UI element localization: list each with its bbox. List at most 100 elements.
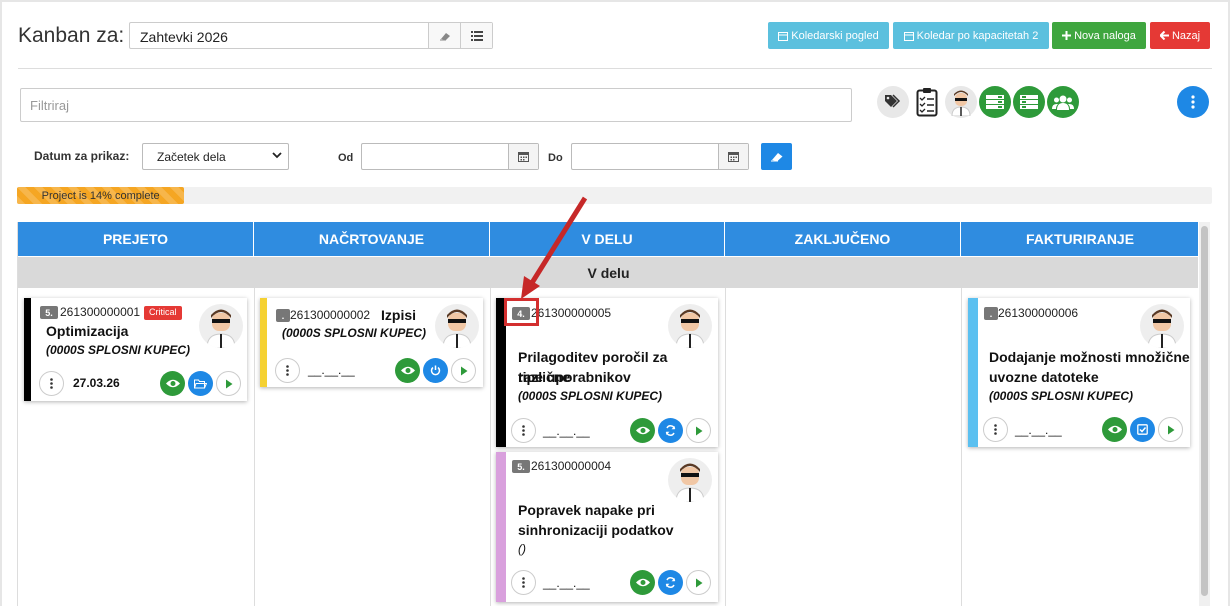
task-client: (0000S SPLOSNI KUPEC) — [282, 326, 427, 340]
view-button[interactable] — [630, 418, 655, 443]
task-number: 261300000006 — [998, 306, 1079, 320]
board-name[interactable]: Zahtevki 2026 — [130, 23, 428, 48]
users-group-icon[interactable] — [1047, 86, 1079, 118]
view-button[interactable] — [160, 371, 185, 396]
task-date: 27.03.26 — [73, 376, 120, 390]
more-vertical-icon — [286, 365, 289, 376]
task-title-line-2: tipe uporabnikov — [518, 369, 631, 385]
date-display-select[interactable]: Začetek dela — [142, 143, 289, 170]
clipboard-checklist-icon[interactable] — [911, 86, 943, 118]
task-date: __.__.__ — [308, 363, 355, 377]
swimlane-header[interactable]: V delu — [18, 257, 1198, 288]
eye-icon — [400, 366, 415, 375]
task-title-line-2: uvozne datoteke — [989, 369, 1099, 385]
back-button[interactable]: Nazaj — [1150, 22, 1210, 49]
critical-badge: Critical — [144, 306, 182, 320]
task-client: () — [518, 542, 526, 556]
calendar-icon — [778, 31, 789, 41]
scrollbar-thumb[interactable] — [1201, 226, 1208, 596]
check-square-icon — [1137, 424, 1148, 435]
server-list-icon[interactable] — [979, 86, 1011, 118]
refresh-button[interactable] — [658, 570, 683, 595]
view-button[interactable] — [630, 570, 655, 595]
column-header-prejeto[interactable]: PREJETO — [18, 222, 254, 256]
task-number: 261300000004 — [531, 459, 612, 473]
start-button[interactable] — [451, 358, 476, 383]
column-header-v-delu[interactable]: V DELU — [490, 222, 725, 256]
to-date-input[interactable] — [571, 143, 749, 170]
calendar-view-button[interactable]: Koledarski pogled — [768, 22, 889, 49]
new-order-button[interactable]: Nova naloga — [1052, 22, 1146, 49]
start-button[interactable] — [1158, 417, 1183, 442]
progress-fill: Project is 14% complete — [17, 187, 185, 204]
task-title: Izpisi — [381, 307, 417, 323]
eye-icon — [635, 426, 650, 435]
from-date-value[interactable] — [362, 144, 508, 169]
column-header-nacrtovanje[interactable]: NAČRTOVANJE — [254, 222, 490, 256]
play-icon — [1167, 425, 1174, 434]
start-button[interactable] — [216, 371, 241, 396]
view-button[interactable] — [395, 358, 420, 383]
filter-input[interactable]: Filtriraj — [20, 88, 852, 122]
play-icon — [695, 578, 702, 587]
priority-badge: 5. — [40, 306, 58, 319]
project-progress-bar: Project is 14% complete — [17, 187, 1212, 204]
task-title-line-2: sinhronizaciji podatkov — [518, 522, 674, 538]
from-label: Od — [338, 152, 354, 164]
task-card[interactable]: 5. 261300000001 Critical Optimizacija (0… — [24, 298, 247, 401]
clear-dates-button[interactable] — [761, 143, 792, 170]
refresh-button[interactable] — [658, 418, 683, 443]
calendar-view-label: Koledarski pogled — [791, 29, 879, 42]
folder-button[interactable] — [188, 371, 213, 396]
play-icon — [225, 379, 232, 388]
eye-icon — [635, 578, 650, 587]
column-divider — [725, 288, 726, 606]
assignee-avatar — [199, 304, 243, 348]
card-menu-button[interactable] — [275, 358, 300, 383]
task-client: (0000S SPLOSNI KUPEC) — [989, 389, 1134, 403]
eraser-icon[interactable] — [428, 23, 460, 48]
column-header-fakturiranje[interactable]: FAKTURIRANJE — [961, 222, 1198, 256]
task-card[interactable]: 5. 261300000004 Popravek napake pri sinh… — [496, 452, 718, 602]
from-date-input[interactable] — [361, 143, 539, 170]
check-button[interactable] — [1130, 417, 1155, 442]
card-menu-button[interactable] — [39, 371, 64, 396]
card-menu-button[interactable] — [511, 570, 536, 595]
eraser-icon — [770, 153, 782, 162]
board-scrollbar[interactable] — [1199, 222, 1210, 606]
server-list-icon[interactable] — [1013, 86, 1045, 118]
kanban-page: Kanban za: Zahtevki 2026 Koledarski pogl… — [0, 0, 1230, 606]
calendar-icon[interactable] — [508, 144, 538, 169]
user-avatar-icon[interactable] — [945, 86, 977, 118]
tags-icon[interactable] — [877, 86, 909, 118]
view-button[interactable] — [1102, 417, 1127, 442]
card-menu-button[interactable] — [983, 417, 1008, 442]
start-button[interactable] — [686, 418, 711, 443]
card-menu-button[interactable] — [511, 418, 536, 443]
calendar-icon — [903, 31, 914, 41]
power-button[interactable] — [423, 358, 448, 383]
more-vertical-icon — [50, 378, 53, 389]
task-card[interactable]: . 261300000002 Izpisi (0000S SPLOSNI KUP… — [260, 298, 483, 387]
header-divider — [18, 68, 1212, 69]
to-label: Do — [548, 152, 563, 164]
priority-badge: . — [276, 309, 290, 322]
more-options-icon[interactable] — [1177, 86, 1209, 118]
capacity-calendar-button[interactable]: Koledar po kapacitetah 2 — [893, 22, 1049, 49]
task-number: 261300000001 — [60, 305, 141, 319]
annotation-highlight-box — [504, 298, 539, 326]
more-vertical-icon — [522, 425, 525, 436]
assignee-avatar — [435, 304, 479, 348]
start-button[interactable] — [686, 570, 711, 595]
refresh-icon — [665, 425, 676, 436]
to-date-value[interactable] — [572, 144, 718, 169]
column-header-zakljuceno[interactable]: ZAKLJUČENO — [725, 222, 961, 256]
eye-icon — [1107, 425, 1122, 434]
task-client: (0000S SPLOSNI KUPEC) — [46, 343, 191, 357]
board-selector[interactable]: Zahtevki 2026 — [129, 22, 493, 49]
task-card[interactable]: . 261300000006 Dodajanje možnosti množič… — [968, 298, 1190, 447]
calendar-icon[interactable] — [718, 144, 748, 169]
task-title: Optimizacija — [46, 323, 129, 339]
capacity-calendar-label: Koledar po kapacitetah 2 — [916, 29, 1039, 42]
list-icon[interactable] — [460, 23, 492, 48]
